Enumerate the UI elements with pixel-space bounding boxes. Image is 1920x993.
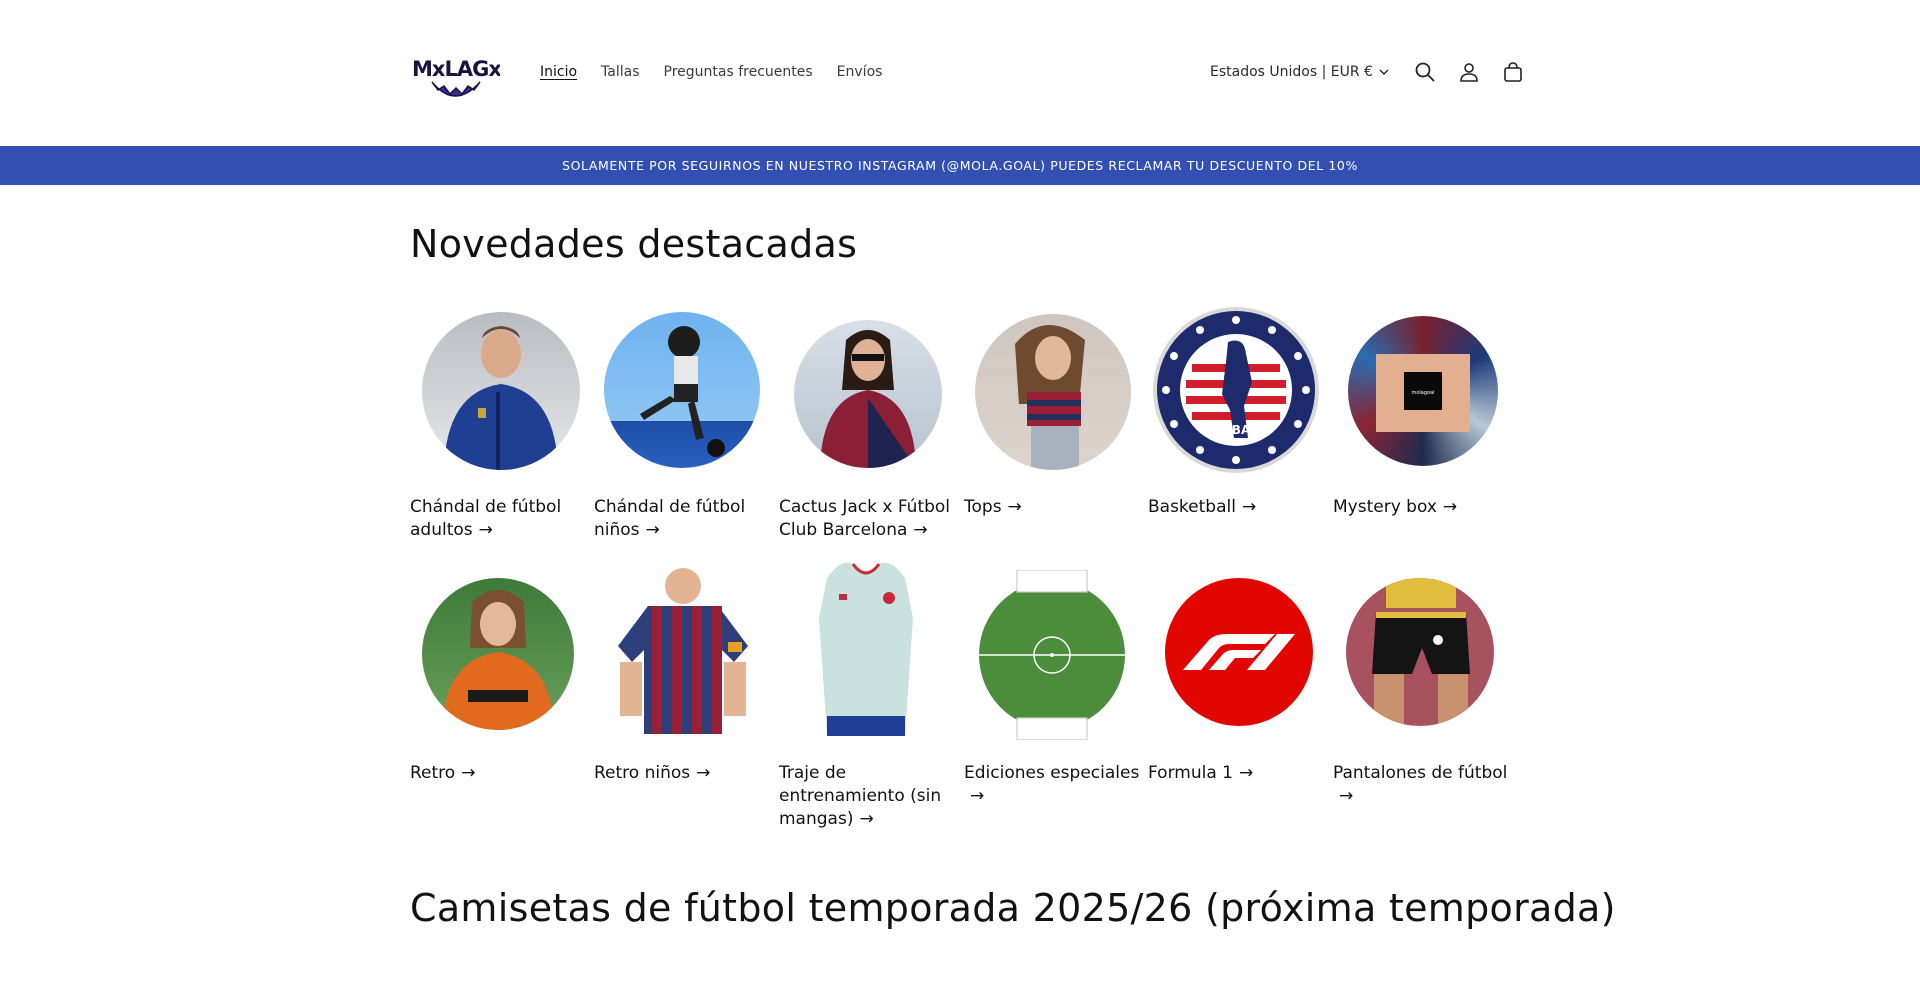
arrow-right-icon: →	[645, 520, 660, 540]
svg-text:MxLAGxAL: MxLAGxAL	[412, 57, 500, 81]
next-section-title: Camisetas de fútbol temporada 2025/26 (p…	[410, 886, 1616, 930]
nav-item-tallas[interactable]: Tallas	[601, 62, 639, 82]
collection-image	[422, 312, 580, 470]
collection-image	[604, 312, 760, 468]
collection-label[interactable]: Formula 1 →	[1148, 762, 1324, 785]
collection-label[interactable]: Pantalones de fútbol→	[1333, 762, 1509, 808]
collection-image	[1346, 578, 1494, 726]
football-pitch	[979, 570, 1125, 740]
nba-logo: NBA	[1153, 307, 1319, 473]
arrow-right-icon: →	[913, 520, 928, 540]
arrow-right-icon: →	[696, 763, 711, 783]
collection-label[interactable]: Basketball →	[1148, 496, 1324, 519]
announcement-text: SOLAMENTE POR SEGUIRNOS EN NUESTRO INSTA…	[562, 158, 1358, 173]
arrow-right-icon: →	[1241, 497, 1257, 517]
collection-image	[604, 566, 762, 736]
collection-label[interactable]: Cactus Jack x Fútbol Club Barcelona →	[779, 496, 955, 542]
account-icon[interactable]	[1447, 56, 1491, 88]
nav-item-envios[interactable]: Envíos	[837, 62, 883, 82]
nav-item-inicio[interactable]: Inicio	[540, 62, 577, 82]
collection-label[interactable]: Tops →	[964, 496, 1140, 519]
section-title: Novedades destacadas	[410, 222, 858, 266]
collection-image: NBA	[1152, 306, 1320, 474]
locale-label: Estados Unidos | EUR €	[1210, 64, 1373, 80]
arrow-right-icon: →	[478, 520, 493, 540]
nav-item-faq[interactable]: Preguntas frecuentes	[664, 62, 813, 82]
collection-label[interactable]: Retro niños →	[594, 762, 770, 785]
collection-label[interactable]: Ediciones especiales→	[964, 762, 1140, 808]
arrow-right-icon: →	[461, 763, 476, 783]
collection-image	[975, 314, 1131, 470]
announcement-bar: SOLAMENTE POR SEGUIRNOS EN NUESTRO INSTA…	[0, 146, 1920, 185]
collection-image	[422, 578, 574, 730]
cart-icon[interactable]	[1491, 56, 1535, 88]
locale-selector[interactable]: Estados Unidos | EUR €	[1210, 64, 1389, 80]
site-header: MxLAGxAL Inicio Tallas Preguntas frecuen…	[0, 0, 1920, 146]
arrow-right-icon: →	[859, 809, 874, 829]
header-actions: Estados Unidos | EUR €	[1210, 56, 1535, 88]
chevron-down-icon	[1379, 69, 1389, 75]
arrow-right-icon: →	[1339, 786, 1354, 806]
arrow-right-icon: →	[970, 786, 985, 806]
collection-image	[1165, 578, 1313, 726]
svg-text:molagoal: molagoal	[1411, 390, 1434, 396]
svg-text:NBA: NBA	[1222, 423, 1251, 437]
search-icon[interactable]	[1403, 56, 1447, 88]
collection-label[interactable]: Mystery box →	[1333, 496, 1509, 519]
collection-image	[979, 570, 1125, 740]
collection-label[interactable]: Retro →	[410, 762, 586, 785]
collection-label[interactable]: Traje de entrenamiento (sin mangas) →	[779, 762, 955, 831]
collection-image	[794, 320, 942, 468]
brand-logo[interactable]: MxLAGxAL	[410, 48, 530, 106]
main-nav: Inicio Tallas Preguntas frecuentes Envío…	[540, 62, 906, 82]
collection-label[interactable]: Chándal de fútbol niños →	[594, 496, 770, 542]
collection-image	[801, 558, 931, 736]
f1-logo	[1183, 634, 1295, 670]
arrow-right-icon: →	[1442, 497, 1458, 517]
collection-image: molagoal	[1348, 316, 1498, 466]
arrow-right-icon: →	[1007, 497, 1022, 517]
collection-label[interactable]: Chándal de fútbol adultos →	[410, 496, 586, 542]
arrow-right-icon: →	[1238, 763, 1254, 783]
